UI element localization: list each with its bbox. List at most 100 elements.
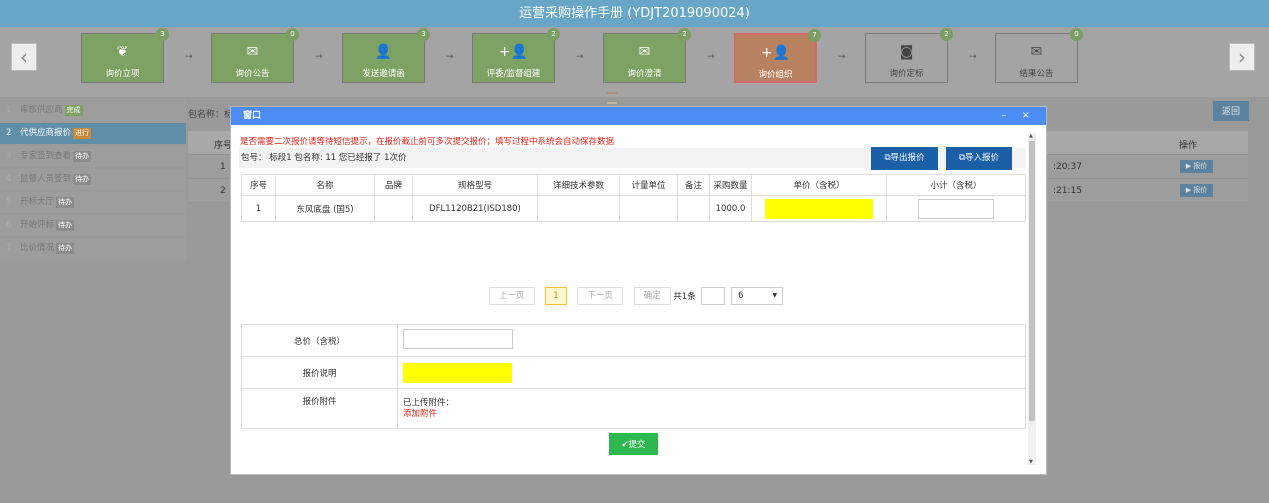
step-5[interactable]: ✉ 询价澄清 2 xyxy=(603,28,691,83)
user-plus-icon: +👤 xyxy=(760,45,791,61)
sidebar-item-num: 4 xyxy=(6,174,12,184)
sidebar-item-num: 3 xyxy=(6,151,12,161)
quote-button[interactable]: ▶ 报价 xyxy=(1180,184,1213,197)
sidebar-item-num: 5 xyxy=(6,197,12,207)
sidebar-item-label: 审核供应商 xyxy=(20,105,63,115)
sidebar: 1 审核供应商 完成 2 代供应商报价 进行 3 专家签到查看 待办 4 监督人员签到 待办 5 开标大厅… xyxy=(0,100,186,261)
total-price-cell xyxy=(397,324,1026,357)
envelope-icon: ✉ xyxy=(246,44,259,60)
step-label: 评委/监督组建 xyxy=(486,69,541,79)
back-button[interactable]: 返回 xyxy=(1213,101,1249,121)
step-label: 结果公告 xyxy=(1019,69,1054,79)
total-price-label: 总价（含税） xyxy=(241,324,398,357)
import-quote-button[interactable]: ⧉导入报价 xyxy=(946,147,1012,170)
package-label: 包名称：标 xyxy=(188,110,234,120)
envelope-icon: ✉ xyxy=(1030,44,1043,60)
total-price-input[interactable] xyxy=(403,329,513,349)
uploaded-attachments: 已上传附件： xyxy=(403,397,455,408)
table-row: 报价附件 已上传附件： 添加附件 xyxy=(241,388,1026,429)
row-no: 2 xyxy=(220,186,226,196)
status-badge: 待办 xyxy=(56,220,75,231)
user-icon: 👤 xyxy=(374,44,393,60)
sidebar-item-1[interactable]: 1 审核供应商 完成 xyxy=(0,100,186,121)
quote-desc-cell xyxy=(397,356,1026,389)
status-badge: 待办 xyxy=(73,151,92,162)
page-size-select[interactable]: 6 ▼ xyxy=(731,287,784,305)
subtotal-input[interactable] xyxy=(918,198,994,219)
status-badge: 完成 xyxy=(64,105,83,116)
step-arrow: → xyxy=(576,52,584,62)
current-page-button[interactable]: 1 xyxy=(545,287,567,305)
warning-text: 是否需要二次报价请等待短信提示，在报价截止前可多次提交报价；填写过程中系统会自动… xyxy=(240,137,615,147)
status-badge: 待办 xyxy=(56,197,75,208)
dialog-scrollbar[interactable]: ▲ ▼ xyxy=(1028,133,1036,465)
col-unit-price: 单价（含税） xyxy=(751,174,887,196)
status-badge: 进行 xyxy=(73,128,92,139)
page-title: 运营采购操作手册 (YDJT2019090024) xyxy=(0,0,1269,27)
step-label: 询价立项 xyxy=(105,69,140,79)
sidebar-item-6[interactable]: 6 开始评标 待办 xyxy=(0,215,186,236)
process-steps-bar: ‹ › ❦ 询价立项 3 → ✉ 询价公告 0 → 👤 发送邀请函 3 → +👤 评委/监督组建 2 → ✉ 询价… xyxy=(0,27,1269,104)
step-badge: 2 xyxy=(678,28,691,41)
step-3[interactable]: 👤 发送邀请函 3 xyxy=(342,28,430,83)
envelope-icon: ✉ xyxy=(638,44,651,60)
minimize-icon[interactable]: – xyxy=(1001,110,1012,121)
status-badge: 待办 xyxy=(56,243,75,254)
step-2[interactable]: ✉ 询价公告 0 xyxy=(211,28,299,83)
quote-desc-input[interactable] xyxy=(403,362,512,383)
scroll-thumb[interactable] xyxy=(1029,141,1035,421)
sidebar-item-label: 监督人员签到 xyxy=(20,174,72,184)
prev-page-button[interactable]: 上一页 xyxy=(489,287,535,305)
item-unit xyxy=(619,195,678,222)
user-plus-icon: +👤 xyxy=(498,44,529,60)
next-steps-button[interactable]: › xyxy=(1229,43,1255,71)
chevron-down-icon: ▼ xyxy=(772,292,778,299)
confirm-page-button[interactable]: 确定 xyxy=(633,287,671,305)
step-badge: 2 xyxy=(547,28,560,41)
sidebar-item-label: 开始评标 xyxy=(20,220,55,230)
sidebar-item-4[interactable]: 4 监督人员签到 待办 xyxy=(0,169,186,190)
unit-price-cell xyxy=(751,195,887,222)
sidebar-item-num: 1 xyxy=(6,105,12,115)
quote-summary-table: 总价（含税） 报价说明 报价附件 已上传附件： 添加附件 xyxy=(241,324,1026,429)
camera-icon: ◙ xyxy=(899,44,914,60)
sidebar-item-7[interactable]: 7 比价情况 待办 xyxy=(0,238,186,259)
step-badge: 0 xyxy=(1070,28,1083,41)
sidebar-item-3[interactable]: 3 专家签到查看 待办 xyxy=(0,146,186,167)
next-page-button[interactable]: 下一页 xyxy=(577,287,623,305)
table-row: 报价说明 xyxy=(241,356,1026,389)
item-brand xyxy=(374,195,413,222)
sidebar-item-label: 比价情况 xyxy=(20,243,55,253)
row-time: :20:37 xyxy=(1053,162,1082,172)
export-quote-button[interactable]: ⧉导出报价 xyxy=(871,147,938,170)
unit-price-input[interactable] xyxy=(765,198,873,219)
scroll-down-icon[interactable]: ▼ xyxy=(1029,459,1033,465)
prev-steps-button[interactable]: ‹ xyxy=(11,43,37,71)
sidebar-item-num: 7 xyxy=(6,243,12,253)
table-row: 总价（含税） xyxy=(241,324,1026,357)
col-name: 名称 xyxy=(275,174,375,196)
close-icon[interactable]: × xyxy=(1022,110,1036,121)
item-model: DFL1120B21(ISD180) xyxy=(412,195,538,222)
add-attachment-link[interactable]: 添加附件 xyxy=(403,409,1025,420)
step-7[interactable]: ◙ 询价定标 2 xyxy=(865,28,953,83)
attachment-cell: 已上传附件： 添加附件 xyxy=(397,388,1026,429)
step-arrow: → xyxy=(838,52,846,62)
item-qty: 1000.0 xyxy=(709,195,752,222)
scroll-up-icon[interactable]: ▲ xyxy=(1029,133,1033,139)
quote-desc-label: 报价说明 xyxy=(241,356,398,389)
step-6[interactable]: +👤 询价组织 7 xyxy=(734,29,821,83)
step-8[interactable]: ✉ 结果公告 0 xyxy=(995,28,1083,83)
submit-button[interactable]: ✔提交 xyxy=(609,433,658,455)
page-jump-input[interactable] xyxy=(701,287,726,305)
col-unit: 计量单位 xyxy=(619,174,678,196)
step-4[interactable]: +👤 评委/监督组建 2 xyxy=(472,28,560,83)
step-badge: 2 xyxy=(940,28,953,41)
quote-button[interactable]: ▶ 报价 xyxy=(1180,160,1213,173)
sidebar-item-2[interactable]: 2 代供应商报价 进行 xyxy=(0,123,186,144)
col-qty: 采购数量 xyxy=(709,174,752,196)
sidebar-item-label: 代供应商报价 xyxy=(20,128,72,138)
step-1[interactable]: ❦ 询价立项 3 xyxy=(81,28,169,83)
sidebar-item-5[interactable]: 5 开标大厅 待办 xyxy=(0,192,186,213)
item-no: 1 xyxy=(241,195,276,222)
